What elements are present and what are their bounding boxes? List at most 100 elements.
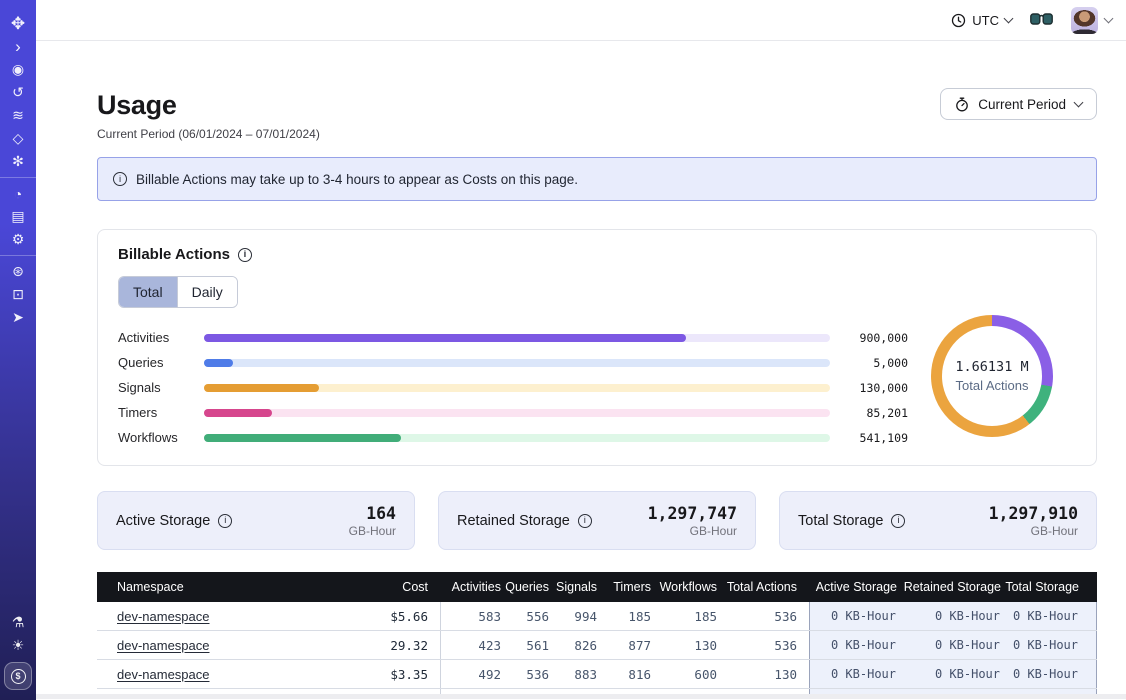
avatar	[1071, 7, 1098, 34]
expand-chevron-icon[interactable]: ›	[4, 35, 32, 58]
col-header: Active Storage	[809, 580, 897, 594]
clock-icon	[951, 13, 966, 28]
col-header-cost: Cost	[323, 572, 441, 602]
tab-total[interactable]: Total	[119, 277, 177, 307]
info-icon[interactable]: i	[578, 514, 592, 528]
asterisk-icon[interactable]: ✻	[4, 150, 32, 173]
workflows-cell: 600	[651, 667, 717, 682]
table-body: dev-namespace$5.665835569941851855360 KB…	[97, 602, 1097, 689]
bar-value: 130,000	[846, 381, 908, 395]
timers-cell: 185	[597, 609, 651, 624]
bottom-strip	[36, 694, 1126, 699]
theme-sun-icon[interactable]: ☀	[4, 634, 32, 657]
signals-cell: 826	[549, 638, 597, 653]
info-banner: i Billable Actions may take up to 3-4 ho…	[97, 157, 1097, 201]
tab-daily[interactable]: Daily	[177, 277, 237, 307]
billable-actions-title: Billable Actions i	[118, 246, 1076, 263]
active-storage-cell: 0 KB-Hour	[808, 609, 896, 623]
total-storage-cell: 0 KB-Hour	[1000, 667, 1078, 681]
cube-icon[interactable]: ◇	[4, 127, 32, 150]
history-icon[interactable]: ↺	[4, 81, 32, 104]
total-daily-tabs: TotalDaily	[118, 276, 238, 308]
signals-cell: 883	[549, 667, 597, 682]
terminal-icon[interactable]: ⊡	[4, 283, 32, 306]
col-header: Activities	[441, 580, 501, 594]
queries-cell: 536	[501, 667, 549, 682]
layers-icon[interactable]: ≋	[4, 104, 32, 127]
timezone-label: UTC	[972, 13, 999, 28]
timezone-selector[interactable]: UTC	[951, 13, 1012, 28]
bar-label: Timers	[118, 405, 188, 420]
bar-value: 85,201	[846, 406, 908, 420]
app-window: ✥›◉↺≋◇✻ ◔▤⚙ ⊛⊡➤ ⚗☀ $ UTC	[0, 0, 1126, 700]
namespace-link[interactable]: dev-namespace	[117, 638, 210, 653]
bar-fill	[204, 409, 272, 417]
usage-gauge-icon[interactable]: ◔	[4, 182, 32, 205]
workflows-cell: 130	[651, 638, 717, 653]
user-menu[interactable]	[1071, 7, 1112, 34]
table-row: dev-namespace29.324235618268771305360 KB…	[97, 631, 1097, 660]
storage-card-active-storage: Active Storagei164GB-Hour	[97, 491, 415, 550]
storage-card-unit: GB-Hour	[648, 524, 737, 538]
info-banner-text: Billable Actions may take up to 3-4 hour…	[136, 172, 578, 187]
bar-label: Signals	[118, 380, 188, 395]
bar-fill	[204, 434, 401, 442]
total-actions-cell: 536	[717, 609, 797, 624]
bar-row-signals: Signals 130,000	[118, 375, 908, 400]
rocket-icon[interactable]: ➤	[4, 306, 32, 329]
support-lifebuoy-icon[interactable]: ⊛	[4, 260, 32, 283]
sidebar-spacer	[0, 333, 36, 611]
activities-cell: 583	[441, 609, 501, 624]
storage-card-unit: GB-Hour	[349, 524, 396, 538]
bar-value: 900,000	[846, 331, 908, 345]
storage-card-value: 1,297,910	[989, 504, 1078, 523]
currency-dollar-icon[interactable]: $	[4, 662, 32, 690]
col-header: Signals	[549, 580, 597, 594]
info-icon[interactable]: i	[218, 514, 232, 528]
cost-cell: $5.66	[323, 602, 441, 630]
lab-flask-icon[interactable]: ⚗	[4, 611, 32, 634]
total-actions-cell: 130	[717, 667, 797, 682]
glasses-button[interactable]	[1030, 13, 1053, 27]
storage-card-total-storage: Total Storagei1,297,910GB-Hour	[779, 491, 1097, 550]
chevron-down-icon	[1074, 98, 1084, 108]
stopwatch-icon	[955, 97, 969, 112]
bar-row-queries: Queries5,000	[118, 350, 908, 375]
col-header: Total Storage	[1001, 580, 1079, 594]
info-icon[interactable]: i	[238, 248, 252, 262]
bar-fill	[204, 359, 233, 367]
col-header: Retained Storage	[897, 580, 1001, 594]
retained-storage-cell: 0 KB-Hour	[896, 667, 1000, 681]
cost-cell: $3.35	[323, 660, 441, 688]
info-icon[interactable]: i	[891, 514, 905, 528]
temporal-logo-icon[interactable]: ✥	[4, 12, 32, 35]
active-storage-cell: 0 KB-Hour	[808, 638, 896, 652]
namespace-usage-table: NamespaceCostActivitiesQueriesSignalsTim…	[97, 572, 1097, 694]
queries-cell: 556	[501, 609, 549, 624]
page-head: Usage Current Period (06/01/2024 – 07/01…	[97, 88, 1097, 141]
timers-cell: 877	[597, 638, 651, 653]
bar-value: 5,000	[846, 356, 908, 370]
billing-card-icon[interactable]: ▤	[4, 205, 32, 228]
settings-gear-icon[interactable]: ⚙	[4, 228, 32, 251]
col-header: Total Actions	[717, 580, 797, 594]
glasses-icon	[1030, 13, 1053, 27]
namespace-link[interactable]: dev-namespace	[117, 609, 210, 624]
table-row: dev-namespace$3.354925368838166001300 KB…	[97, 660, 1097, 689]
billable-actions-card: Billable Actions i TotalDaily Activities…	[97, 229, 1097, 466]
bar-chart: Activities900,000Queries5,000 Signals 130,…	[118, 325, 908, 450]
period-selector-button[interactable]: Current Period	[940, 88, 1097, 120]
page-title: Usage	[97, 88, 320, 122]
storage-card-label: Total Storage	[798, 513, 883, 529]
page-subtitle: Current Period (06/01/2024 – 07/01/2024)	[97, 127, 320, 141]
col-header: Queries	[501, 580, 549, 594]
table-header: NamespaceCostActivitiesQueriesSignalsTim…	[97, 572, 1097, 602]
eye-icon[interactable]: ◉	[4, 58, 32, 81]
storage-card-value: 164	[349, 504, 396, 523]
sidebar-nav: ✥›◉↺≋◇✻ ◔▤⚙ ⊛⊡➤	[0, 8, 36, 333]
bar-row-activities: Activities900,000	[118, 325, 908, 350]
page-content: Usage Current Period (06/01/2024 – 07/01…	[36, 41, 1126, 699]
chevron-down-icon	[1104, 14, 1114, 24]
namespace-link[interactable]: dev-namespace	[117, 667, 210, 682]
timers-cell: 816	[597, 667, 651, 682]
